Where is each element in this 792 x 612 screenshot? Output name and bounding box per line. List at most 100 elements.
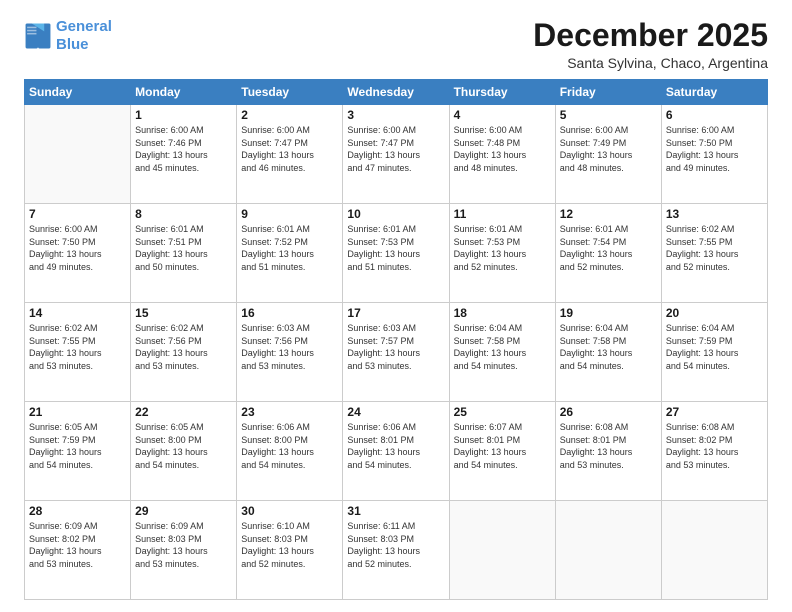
day-number: 17 <box>347 306 444 320</box>
day-info: Sunrise: 6:00 AMSunset: 7:46 PMDaylight:… <box>135 124 232 174</box>
day-info: Sunrise: 6:09 AMSunset: 8:02 PMDaylight:… <box>29 520 126 570</box>
logo-icon <box>24 22 52 50</box>
day-info: Sunrise: 6:01 AMSunset: 7:52 PMDaylight:… <box>241 223 338 273</box>
day-info: Sunrise: 6:01 AMSunset: 7:54 PMDaylight:… <box>560 223 657 273</box>
week-row-3: 14Sunrise: 6:02 AMSunset: 7:55 PMDayligh… <box>25 303 768 402</box>
header-wednesday: Wednesday <box>343 80 449 105</box>
day-number: 25 <box>454 405 551 419</box>
cell-w5-d4 <box>449 501 555 600</box>
cell-w2-d1: 8Sunrise: 6:01 AMSunset: 7:51 PMDaylight… <box>131 204 237 303</box>
cell-w3-d6: 20 Sunrise: 6:04 AMSunset: 7:59 PMDayligh… <box>661 303 767 402</box>
day-info: Sunrise: 6:02 AMSunset: 7:55 PMDaylight:… <box>666 223 763 273</box>
week-row-4: 21 Sunrise: 6:05 AMSunset: 7:59 PMDayligh… <box>25 402 768 501</box>
day-number: 9 <box>241 207 338 221</box>
day-info: Sunrise: 6:08 AMSunset: 8:02 PMDaylight:… <box>666 421 763 471</box>
header-saturday: Saturday <box>661 80 767 105</box>
day-number: 1 <box>135 108 232 122</box>
cell-w5-d5 <box>555 501 661 600</box>
header-thursday: Thursday <box>449 80 555 105</box>
cell-w4-d5: 26 Sunrise: 6:08 AMSunset: 8:01 PMDayligh… <box>555 402 661 501</box>
cell-w4-d1: 22 Sunrise: 6:05 AMSunset: 8:00 PMDayligh… <box>131 402 237 501</box>
day-number: 26 <box>560 405 657 419</box>
day-info: Sunrise: 6:00 AMSunset: 7:50 PMDaylight:… <box>29 223 126 273</box>
day-number: 13 <box>666 207 763 221</box>
day-number: 21 <box>29 405 126 419</box>
cell-w4-d3: 24 Sunrise: 6:06 AMSunset: 8:01 PMDayligh… <box>343 402 449 501</box>
title-block: December 2025 Santa Sylvina, Chaco, Arge… <box>533 18 768 71</box>
cell-w1-d6: 6Sunrise: 6:00 AMSunset: 7:50 PMDaylight… <box>661 105 767 204</box>
day-number: 19 <box>560 306 657 320</box>
cell-w4-d0: 21 Sunrise: 6:05 AMSunset: 7:59 PMDayligh… <box>25 402 131 501</box>
day-number: 2 <box>241 108 338 122</box>
header-tuesday: Tuesday <box>237 80 343 105</box>
cell-w4-d4: 25 Sunrise: 6:07 AMSunset: 8:01 PMDayligh… <box>449 402 555 501</box>
day-info: Sunrise: 6:02 AMSunset: 7:56 PMDaylight:… <box>135 322 232 372</box>
day-number: 28 <box>29 504 126 518</box>
day-number: 16 <box>241 306 338 320</box>
calendar-table: Sunday Monday Tuesday Wednesday Thursday… <box>24 79 768 600</box>
day-number: 12 <box>560 207 657 221</box>
logo-line1: General <box>56 18 112 35</box>
cell-w2-d5: 12 Sunrise: 6:01 AMSunset: 7:54 PMDayligh… <box>555 204 661 303</box>
day-number: 24 <box>347 405 444 419</box>
cell-w1-d4: 4 Sunrise: 6:00 AMSunset: 7:48 PMDaylight… <box>449 105 555 204</box>
day-number: 4 <box>454 108 551 122</box>
cell-w5-d2: 30Sunrise: 6:10 AMSunset: 8:03 PMDayligh… <box>237 501 343 600</box>
cell-w5-d3: 31Sunrise: 6:11 AMSunset: 8:03 PMDayligh… <box>343 501 449 600</box>
header-monday: Monday <box>131 80 237 105</box>
cell-w5-d6 <box>661 501 767 600</box>
day-number: 20 <box>666 306 763 320</box>
cell-w2-d6: 13 Sunrise: 6:02 AMSunset: 7:55 PMDayligh… <box>661 204 767 303</box>
day-number: 18 <box>454 306 551 320</box>
day-info: Sunrise: 6:00 AMSunset: 7:47 PMDaylight:… <box>347 124 444 174</box>
day-info: Sunrise: 6:11 AMSunset: 8:03 PMDaylight:… <box>347 520 444 570</box>
cell-w3-d2: 16Sunrise: 6:03 AMSunset: 7:56 PMDayligh… <box>237 303 343 402</box>
day-info: Sunrise: 6:07 AMSunset: 8:01 PMDaylight:… <box>454 421 551 471</box>
day-info: Sunrise: 6:05 AMSunset: 8:00 PMDaylight:… <box>135 421 232 471</box>
day-number: 27 <box>666 405 763 419</box>
day-info: Sunrise: 6:05 AMSunset: 7:59 PMDaylight:… <box>29 421 126 471</box>
day-number: 8 <box>135 207 232 221</box>
day-info: Sunrise: 6:04 AMSunset: 7:58 PMDaylight:… <box>560 322 657 372</box>
logo: General Blue <box>24 18 112 54</box>
month-title: December 2025 <box>533 18 768 53</box>
cell-w1-d3: 3 Sunrise: 6:00 AMSunset: 7:47 PMDaylight… <box>343 105 449 204</box>
day-info: Sunrise: 6:04 AMSunset: 7:59 PMDaylight:… <box>666 322 763 372</box>
day-info: Sunrise: 6:08 AMSunset: 8:01 PMDaylight:… <box>560 421 657 471</box>
day-number: 22 <box>135 405 232 419</box>
day-info: Sunrise: 6:01 AMSunset: 7:53 PMDaylight:… <box>454 223 551 273</box>
cell-w2-d3: 10 Sunrise: 6:01 AMSunset: 7:53 PMDayligh… <box>343 204 449 303</box>
cell-w3-d0: 14Sunrise: 6:02 AMSunset: 7:55 PMDayligh… <box>25 303 131 402</box>
cell-w5-d1: 29Sunrise: 6:09 AMSunset: 8:03 PMDayligh… <box>131 501 237 600</box>
header: General Blue December 2025 Santa Sylvina… <box>24 18 768 71</box>
header-friday: Friday <box>555 80 661 105</box>
day-info: Sunrise: 6:01 AMSunset: 7:53 PMDaylight:… <box>347 223 444 273</box>
day-info: Sunrise: 6:02 AMSunset: 7:55 PMDaylight:… <box>29 322 126 372</box>
week-row-5: 28 Sunrise: 6:09 AMSunset: 8:02 PMDayligh… <box>25 501 768 600</box>
day-number: 3 <box>347 108 444 122</box>
cell-w3-d3: 17 Sunrise: 6:03 AMSunset: 7:57 PMDayligh… <box>343 303 449 402</box>
cell-w1-d5: 5 Sunrise: 6:00 AMSunset: 7:49 PMDaylight… <box>555 105 661 204</box>
day-number: 11 <box>454 207 551 221</box>
day-info: Sunrise: 6:10 AMSunset: 8:03 PMDaylight:… <box>241 520 338 570</box>
week-row-2: 7Sunrise: 6:00 AMSunset: 7:50 PMDaylight… <box>25 204 768 303</box>
week-row-1: 1 Sunrise: 6:00 AMSunset: 7:46 PMDaylight… <box>25 105 768 204</box>
page: General Blue December 2025 Santa Sylvina… <box>0 0 792 612</box>
day-info: Sunrise: 6:06 AMSunset: 8:01 PMDaylight:… <box>347 421 444 471</box>
cell-w5-d0: 28 Sunrise: 6:09 AMSunset: 8:02 PMDayligh… <box>25 501 131 600</box>
day-info: Sunrise: 6:04 AMSunset: 7:58 PMDaylight:… <box>454 322 551 372</box>
day-info: Sunrise: 6:00 AMSunset: 7:48 PMDaylight:… <box>454 124 551 174</box>
cell-w1-d1: 1 Sunrise: 6:00 AMSunset: 7:46 PMDaylight… <box>131 105 237 204</box>
day-number: 5 <box>560 108 657 122</box>
location: Santa Sylvina, Chaco, Argentina <box>533 55 768 71</box>
day-info: Sunrise: 6:03 AMSunset: 7:57 PMDaylight:… <box>347 322 444 372</box>
cell-w1-d0 <box>25 105 131 204</box>
weekday-header-row: Sunday Monday Tuesday Wednesday Thursday… <box>25 80 768 105</box>
day-info: Sunrise: 6:00 AMSunset: 7:47 PMDaylight:… <box>241 124 338 174</box>
day-info: Sunrise: 6:06 AMSunset: 8:00 PMDaylight:… <box>241 421 338 471</box>
day-info: Sunrise: 6:00 AMSunset: 7:49 PMDaylight:… <box>560 124 657 174</box>
header-sunday: Sunday <box>25 80 131 105</box>
day-number: 10 <box>347 207 444 221</box>
day-number: 23 <box>241 405 338 419</box>
cell-w2-d0: 7Sunrise: 6:00 AMSunset: 7:50 PMDaylight… <box>25 204 131 303</box>
